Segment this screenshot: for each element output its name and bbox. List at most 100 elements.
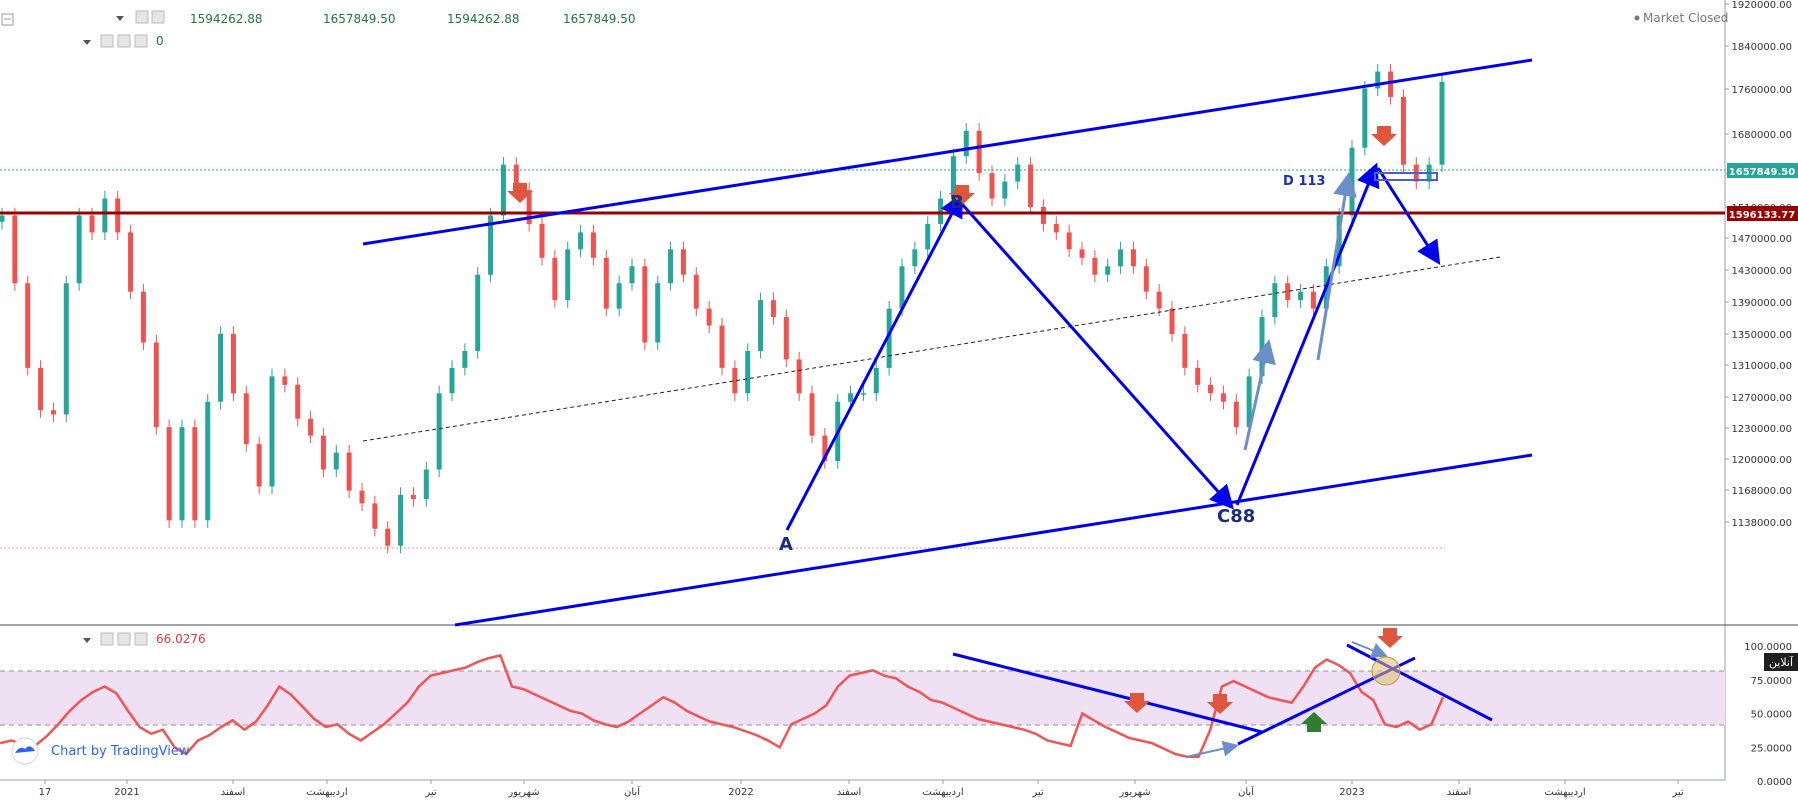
legend-value-1: 1594262.88 [190,12,263,26]
candle-body [410,494,416,500]
eye-icon[interactable] [135,10,149,24]
chevron-down-icon[interactable] [83,638,91,643]
candle-body [552,257,558,301]
gear-icon[interactable] [117,34,131,48]
candle-body [333,452,339,470]
candle-body [282,376,288,385]
candle-body [179,427,185,521]
candle-body [680,249,686,275]
eye-icon[interactable] [100,34,114,48]
candle-body [153,342,159,428]
candle-body [1028,164,1034,207]
candle-body [449,367,455,394]
close-icon[interactable] [134,632,148,646]
price-tick-label: 1310000.00 [1732,361,1792,372]
candle-body [706,308,712,326]
candle-body [372,503,378,529]
candle-body [1002,181,1008,199]
candle-body [398,494,404,546]
online-badge-text: آنلاین [1769,655,1794,669]
time-tick-label: اسفند [221,787,245,798]
legend-value-3: 1594262.88 [447,12,520,26]
gear-icon[interactable] [117,632,131,646]
candle-body [385,528,391,546]
candle-body [693,274,699,309]
candle-body [115,198,121,233]
price-tick-label: 1680000.00 [1732,130,1792,141]
candle-body [925,223,931,250]
candle-body [1053,223,1059,233]
candle-body [320,435,326,470]
candle-body [192,427,198,521]
legend-value-4: 1657849.50 [563,12,636,26]
price-axis[interactable]: 1920000.00 1840000.00 1760000.00 1680000.00… [1725,0,1792,529]
time-tick-label: 17 [39,787,52,798]
candle-body [578,232,584,250]
candle-body [603,257,609,309]
candle-body [359,490,365,504]
price-tick-label: 1350000.00 [1732,330,1792,341]
candle-body [783,317,789,360]
price-tick-label: 1390000.00 [1732,298,1792,309]
time-tick-label: شهریور [1118,787,1150,798]
close-icon[interactable] [134,34,148,48]
candle-body [295,384,301,419]
eye-icon[interactable] [100,632,114,646]
time-tick-label: تیر [1031,787,1044,798]
level-price-badge-text: 1596133.77 [1729,210,1795,221]
time-tick-label: اردیبهشت [1544,787,1585,798]
rsi-value: 66.0276 [156,632,206,646]
candle-body [899,266,905,309]
branding-text[interactable]: Chart by TradingView [51,744,190,759]
candle-body [770,300,776,318]
price-tick-label: 1920000.00 [1732,0,1792,11]
wave-label-c: C88 [1217,506,1255,527]
candle-body [796,359,802,394]
candle-body [140,291,146,343]
candle-body [655,283,661,343]
rsi-highlight-circle [1371,656,1401,686]
gear-icon[interactable] [151,10,165,24]
candle-body [76,215,82,284]
candle-body [423,469,429,500]
candle-body [1040,207,1046,224]
price-tick-label: 1760000.00 [1732,85,1792,96]
candle-body [50,410,56,415]
candle-body [590,232,596,258]
price-tick-label: 1200000.00 [1732,455,1792,466]
rsi-tick-label: 75.0000 [1751,676,1792,687]
time-tick-label: شهریور [507,787,539,798]
candle-body [848,393,854,402]
candle-body [565,249,571,301]
candle-body [719,325,725,368]
rsi-tick-label: 25.0000 [1751,743,1792,754]
candle-body [218,334,224,402]
time-tick-label: اردیبهشت [306,787,347,798]
candle-body [912,249,918,267]
candle-body [1130,249,1136,267]
candle-body [1092,257,1098,275]
time-tick-label: آبان [1238,785,1255,798]
main-pane [0,0,1725,625]
price-tick-label: 1230000.00 [1732,424,1792,435]
price-tick-label: 1138000.00 [1732,518,1792,529]
candle-body [436,393,442,470]
candle-body [230,334,236,394]
candle-body [1143,266,1149,292]
candle-body [668,249,674,284]
time-tick-label: اردیبهشت [922,787,963,798]
candle-body [89,215,95,233]
candle-body [1400,96,1406,165]
candle-body [205,401,211,521]
price-tick-label: 1168000.00 [1732,486,1792,497]
time-tick-label: 2023 [1339,787,1364,798]
candle-body [63,283,69,415]
candle-body [745,350,751,394]
candle-body [873,367,879,394]
rsi-grey-arrow-1[interactable] [1185,740,1239,758]
time-tick-label: 2022 [728,787,753,798]
market-status: Market Closed [1643,11,1728,25]
candle-body [1233,401,1239,428]
candle-body [243,393,249,445]
time-axis[interactable]: 17 2021 اسفند اردیبهشت تیر شهریور آبان 2022 اسفن… [39,780,1684,798]
